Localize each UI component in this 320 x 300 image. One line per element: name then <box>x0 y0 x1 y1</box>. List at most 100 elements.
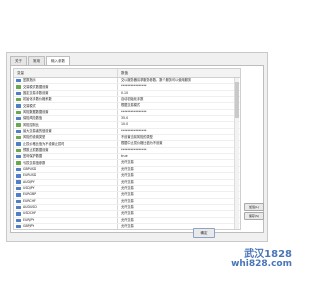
parameter-type-icon <box>16 117 21 121</box>
parameter-name-cell: 亏损交易值参数 <box>14 160 118 166</box>
parameter-type-icon <box>16 224 21 229</box>
parameter-name-cell: 风险数据数据设置 <box>14 109 118 116</box>
parameter-name-label: EURJPY <box>23 217 35 222</box>
ok-button[interactable]: 确定 <box>193 228 215 238</box>
parameter-name-label: 风险数据数据设置 <box>23 109 49 114</box>
parameter-name-cell: 止损价格比值为不设置止损时 <box>14 141 118 147</box>
parameter-name-cell: 最大交易者的值设置 <box>14 128 118 135</box>
parameter-type-icon <box>16 98 21 102</box>
parameter-value-cell[interactable]: **************** <box>118 148 240 153</box>
vertical-scrollbar[interactable] <box>234 78 239 229</box>
parameter-name-cell: EURGBP <box>14 192 118 198</box>
parameter-name-cell: EURUSD <box>14 173 118 179</box>
watermark: 武汉1828 whi828.com <box>231 249 292 270</box>
table-body: 盈数指示 交以服务器请求服务参数，数个服务可以使用服务交易模式数据设置 ******… <box>14 78 240 229</box>
parameter-value-cell[interactable]: 自动初始化手数 <box>118 97 240 102</box>
parameter-name-cell: AUDJPY <box>14 179 118 185</box>
watermark-line-2: whi828.com <box>231 259 292 269</box>
parameter-name-label: GBPJPY <box>23 224 35 229</box>
parameter-name-label: 风险的设置类型 <box>23 135 46 140</box>
parameter-type-icon <box>16 78 21 83</box>
parameter-name-cell: 盈数指示 <box>14 78 118 84</box>
parameter-name-label: 风险控制比 <box>23 122 39 127</box>
parameter-name-label: 预数止损数据设置 <box>23 147 49 152</box>
parameter-type-icon <box>16 167 21 172</box>
parameter-value-cell[interactable]: 允许交易 <box>118 180 240 185</box>
parameter-value-cell[interactable]: true <box>118 154 240 159</box>
parameter-name-cell: EURCHF <box>14 198 118 204</box>
parameter-name-label: USDCHF <box>23 211 37 216</box>
parameter-name-cell: 风险的设置类型 <box>14 135 118 141</box>
parameter-value-cell[interactable]: 10.0 <box>118 122 240 127</box>
parameter-type-icon <box>16 218 21 222</box>
parameter-name-cell: GBPJPY <box>14 223 118 229</box>
parameter-name-label: 交易模式 <box>23 103 36 108</box>
parameter-value-cell[interactable]: 根据交易模式 <box>118 103 240 108</box>
parameter-value-cell[interactable]: **************** <box>118 129 240 134</box>
parameter-type-icon <box>16 186 21 191</box>
parameter-value-cell[interactable]: 根据中止损价格比值为不设置 <box>118 141 240 146</box>
parameter-name-cell: EURJPY <box>14 217 118 223</box>
load-button[interactable]: 加载(L) <box>244 203 264 211</box>
scrollbar-thumb[interactable] <box>235 82 239 118</box>
save-button[interactable]: 保存(S) <box>244 212 264 220</box>
tab-bar: 关于 常用 输入参数 <box>10 56 71 66</box>
parameter-type-icon <box>16 161 21 165</box>
parameter-name-cell: USDCHF <box>14 211 118 217</box>
parameter-value-cell[interactable]: 允许交易 <box>118 224 240 229</box>
parameter-value-cell[interactable]: 允许交易 <box>118 199 240 204</box>
parameter-name-cell: 保险风险数值 <box>14 116 118 122</box>
parameter-name-label: AUDJPY <box>23 179 35 184</box>
parameter-name-label: AUDUSD <box>23 205 37 210</box>
parameter-name-label: 亏损交易值参数 <box>23 160 46 165</box>
parameter-type-icon <box>16 174 21 178</box>
parameter-type-icon <box>16 136 21 140</box>
parameter-name-cell: 风险控制比 <box>14 122 118 128</box>
parameter-type-icon <box>16 85 21 89</box>
parameter-type-icon <box>16 212 21 216</box>
parameter-name-label: 盈利保护数据 <box>23 154 43 159</box>
column-header-value[interactable]: 数值 <box>118 69 240 77</box>
parameter-name-label: 固定交易手数设置 <box>23 90 49 95</box>
parameter-value-cell[interactable]: 允许交易 <box>118 192 240 197</box>
parameter-name-cell: 固定交易手数设置 <box>14 90 118 97</box>
parameter-name-cell: 初始化手数价格系数 <box>14 97 118 103</box>
parameter-value-cell[interactable]: 允许交易 <box>118 218 240 223</box>
parameter-type-icon <box>16 142 21 146</box>
parameters-table: 变量 数值 盈数指示 交以服务器请求服务参数，数个服务可以使用服务交易模式数据设置… <box>13 68 241 230</box>
inputs-panel: 变量 数值 盈数指示 交以服务器请求服务参数，数个服务可以使用服务交易模式数据设置… <box>10 65 264 233</box>
parameter-name-label: EURGBP <box>23 192 37 197</box>
parameter-name-cell: 盈利保护数据 <box>14 154 118 160</box>
parameter-value-cell[interactable]: **************** <box>118 110 240 115</box>
parameter-name-cell: 预数止损数据设置 <box>14 147 118 154</box>
parameter-type-icon <box>16 193 21 197</box>
parameter-name-cell: 交易模式 <box>14 103 118 109</box>
parameter-value-cell[interactable]: 允许交易 <box>118 167 240 172</box>
parameter-name-label: 最大交易者的值设置 <box>23 128 52 133</box>
parameter-name-label: 止损价格比值为不设置止损时 <box>23 141 65 146</box>
parameter-value-cell[interactable]: 允许交易 <box>118 186 240 191</box>
parameter-value-cell[interactable]: 允许交易 <box>118 211 240 216</box>
parameter-name-label: 保险风险数值 <box>23 116 43 121</box>
parameter-value-cell[interactable]: 35.0 <box>118 116 240 121</box>
parameter-name-cell: 交易模式数据设置 <box>14 84 118 90</box>
parameter-name-cell: GBPUSD <box>14 166 118 173</box>
parameter-value-cell[interactable]: **************** <box>118 84 240 89</box>
parameter-name-label: 初始化手数价格系数 <box>23 97 52 102</box>
parameter-value-cell[interactable]: 0.10 <box>118 91 240 96</box>
parameter-value-cell[interactable]: 允许交易 <box>118 173 240 178</box>
parameter-name-cell: AUDUSD <box>14 204 118 211</box>
parameter-name-label: USDJPY <box>23 186 35 191</box>
parameter-value-cell[interactable]: 允许交易 <box>118 160 240 165</box>
parameter-value-cell[interactable]: 允许交易 <box>118 205 240 210</box>
parameter-name-label: GBPUSD <box>23 166 37 171</box>
table-header: 变量 数值 <box>14 69 240 78</box>
parameter-type-icon <box>16 199 21 203</box>
column-header-variable[interactable]: 变量 <box>14 69 118 77</box>
parameter-value-cell[interactable]: 不设置当前风险的类型 <box>118 135 240 140</box>
parameter-name-label: 交易模式数据设置 <box>23 84 49 89</box>
parameter-type-icon <box>16 123 21 127</box>
tab-common[interactable]: 常用 <box>28 56 45 65</box>
parameter-value-cell[interactable]: 交以服务器请求服务参数，数个服务可以使用服务 <box>118 78 240 83</box>
tab-about[interactable]: 关于 <box>10 56 27 65</box>
